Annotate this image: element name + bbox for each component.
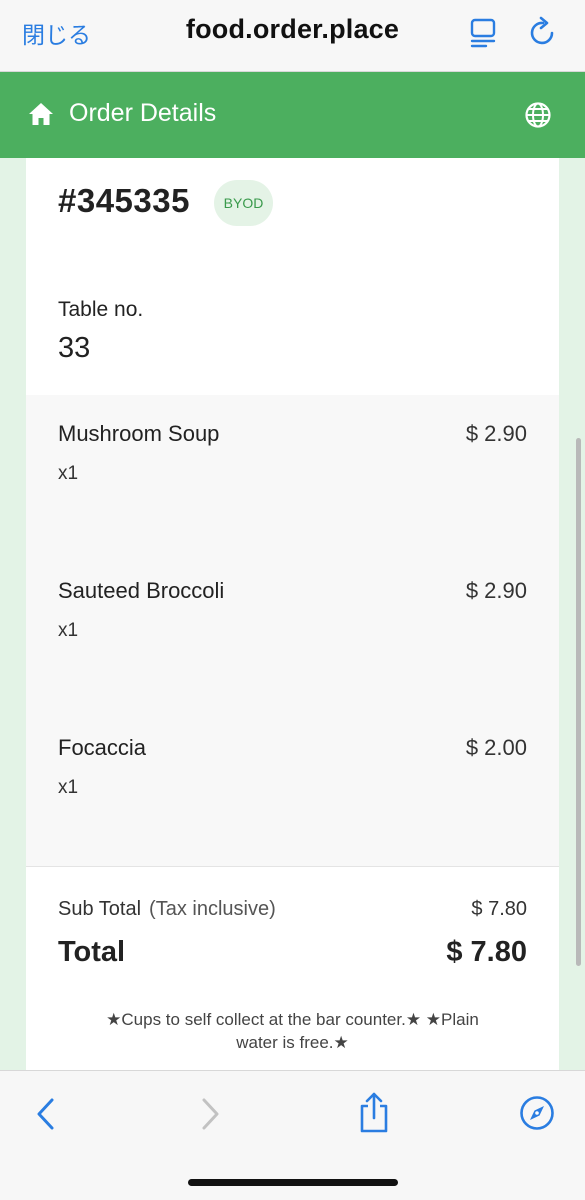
item-quantity: x1 bbox=[58, 777, 79, 798]
subtotal-label-text: Sub Total bbox=[58, 898, 142, 920]
app-header: Order Details bbox=[0, 72, 585, 158]
tax-note: (Tax inclusive) bbox=[149, 898, 276, 920]
item-name: Mushroom Soup bbox=[58, 421, 220, 446]
order-type-badge: BYOD bbox=[214, 180, 273, 226]
subtotal-label: Sub Total (Tax inclusive) bbox=[58, 898, 276, 921]
subtotal-value: $ 7.80 bbox=[471, 898, 527, 920]
back-icon[interactable] bbox=[34, 1097, 56, 1131]
page-title: Order Details bbox=[69, 99, 217, 127]
home-indicator bbox=[188, 1179, 398, 1186]
notice-text: ★Cups to self collect at the bar counter… bbox=[106, 1010, 479, 1052]
url-display[interactable]: food.order.place bbox=[0, 14, 585, 45]
item-quantity: x1 bbox=[58, 463, 79, 484]
item-price: $ 2.90 bbox=[465, 421, 527, 446]
list-item: Mushroom Soup x1 $ 2.90 bbox=[26, 395, 559, 515]
compass-icon[interactable] bbox=[519, 1095, 555, 1131]
item-name: Focaccia bbox=[58, 735, 147, 760]
scrollbar[interactable] bbox=[576, 438, 581, 966]
order-items-list: Mushroom Soup x1 $ 2.90 Sauteed Broccoli… bbox=[26, 395, 559, 867]
list-item: Focaccia x1 $ 2.00 bbox=[26, 709, 559, 829]
home-icon[interactable] bbox=[28, 102, 54, 126]
item-price: $ 2.90 bbox=[465, 578, 527, 603]
total-value: $ 7.80 bbox=[446, 936, 527, 968]
item-price: $ 2.00 bbox=[465, 735, 527, 760]
table-number: 33 bbox=[58, 332, 91, 364]
list-item: Sauteed Broccoli x1 $ 2.90 bbox=[26, 552, 559, 672]
order-card: #345335 BYOD Table no. 33 Mushroom Soup … bbox=[26, 158, 559, 1070]
forward-icon[interactable] bbox=[200, 1097, 222, 1131]
reload-icon[interactable] bbox=[528, 16, 558, 48]
globe-icon[interactable] bbox=[524, 101, 552, 129]
table-label: Table no. bbox=[58, 298, 144, 321]
share-icon[interactable] bbox=[357, 1091, 391, 1133]
item-name: Sauteed Broccoli bbox=[58, 578, 225, 603]
item-quantity: x1 bbox=[58, 620, 79, 641]
browser-top-bar: 閉じる food.order.place bbox=[0, 0, 585, 72]
order-number: #345335 bbox=[58, 182, 190, 219]
browser-bottom-bar bbox=[0, 1070, 585, 1200]
reader-view-icon[interactable] bbox=[470, 18, 496, 48]
total-label: Total bbox=[58, 936, 126, 968]
